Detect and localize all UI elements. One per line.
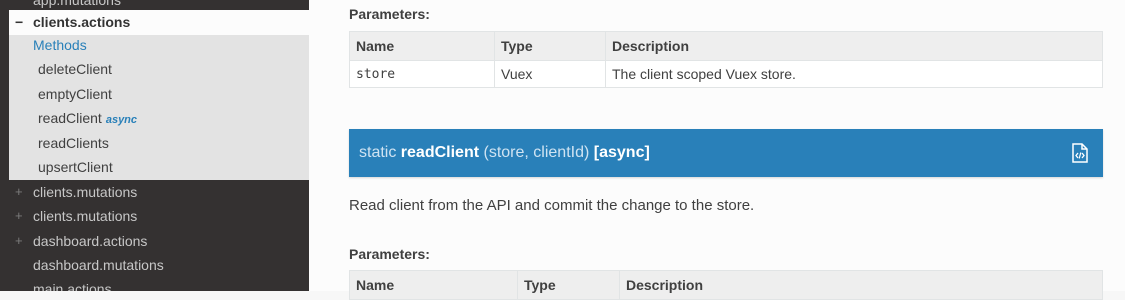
method-label: upsertClient [38, 159, 113, 175]
sidebar-item-clients-mutations-2[interactable]: + clients.mutations [0, 204, 309, 228]
parameters-heading-2: Parameters: [349, 246, 430, 262]
method-signature-header: static readClient (store, clientId) [asy… [349, 129, 1103, 177]
sidebar-item-label: clients.actions [33, 14, 131, 30]
column-header-type: Type [494, 31, 606, 61]
method-label: deleteClient [38, 61, 112, 77]
column-header-name: Name [349, 31, 495, 61]
sidebar-item-main-actions[interactable]: main.actions [0, 277, 309, 291]
table-header-row: Name Type Description [349, 31, 1103, 61]
sidebar-item-clients-mutations[interactable]: + clients.mutations [0, 180, 309, 204]
expand-icon[interactable]: + [15, 229, 23, 253]
sidebar-method-emptyClient[interactable]: emptyClient [38, 86, 112, 102]
method-name: readClient [400, 144, 480, 161]
methods-link[interactable]: Methods [33, 37, 87, 53]
sidebar-item-label: clients.mutations [33, 184, 138, 200]
method-args: (store, clientId) [483, 144, 590, 161]
parameters-table: Name Type Description store Vuex The cli… [349, 31, 1103, 88]
expand-icon[interactable]: + [15, 180, 23, 204]
sidebar-active-section[interactable]: − clients.actions [9, 10, 309, 35]
sidebar-method-deleteClient[interactable]: deleteClient [38, 61, 112, 77]
collapse-toggle-icon[interactable]: − [15, 10, 23, 35]
table-row: store Vuex The client scoped Vuex store. [349, 60, 1103, 88]
column-header-description: Description [619, 270, 1103, 300]
sidebar-method-readClient[interactable]: readClient async [38, 110, 137, 126]
sidebar-item-dashboard-mutations[interactable]: dashboard.mutations [0, 253, 309, 277]
sidebar-item-dashboard-actions[interactable]: + dashboard.actions [0, 229, 309, 253]
sidebar-item-label: clients.mutations [33, 208, 138, 224]
column-header-description: Description [605, 31, 1103, 61]
method-label: emptyClient [38, 86, 112, 102]
sidebar-method-upsertClient[interactable]: upsertClient [38, 159, 113, 175]
param-name: store [349, 60, 495, 88]
sidebar-active-section-body: Methods deleteClient emptyClient readCli… [9, 35, 309, 180]
method-label: readClients [38, 135, 109, 151]
column-header-type: Type [517, 270, 620, 300]
parameters-table-2: Name Type Description [349, 270, 1103, 300]
sidebar-item-label: main.actions [33, 281, 112, 291]
sidebar-item-label: dashboard.mutations [33, 257, 164, 273]
method-description: Read client from the API and commit the … [349, 197, 755, 214]
sidebar-nav: app.mutations − clients.actions Methods … [0, 0, 309, 291]
parameters-heading: Parameters: [349, 6, 430, 22]
table-header-row: Name Type Description [349, 270, 1103, 300]
main-content: Parameters: Name Type Description store … [309, 0, 1125, 300]
column-header-name: Name [349, 270, 518, 300]
sidebar-item-label: dashboard.actions [33, 233, 148, 249]
async-marker: [async] [593, 144, 650, 161]
async-badge: async [105, 114, 138, 126]
method-label: readClient [38, 110, 102, 126]
sidebar-method-readClients[interactable]: readClients [38, 135, 109, 151]
static-keyword: static [359, 144, 397, 161]
view-source-icon[interactable] [1071, 143, 1089, 163]
param-description: The client scoped Vuex store. [605, 60, 1103, 88]
param-type: Vuex [494, 60, 606, 88]
expand-icon[interactable]: + [15, 204, 23, 228]
